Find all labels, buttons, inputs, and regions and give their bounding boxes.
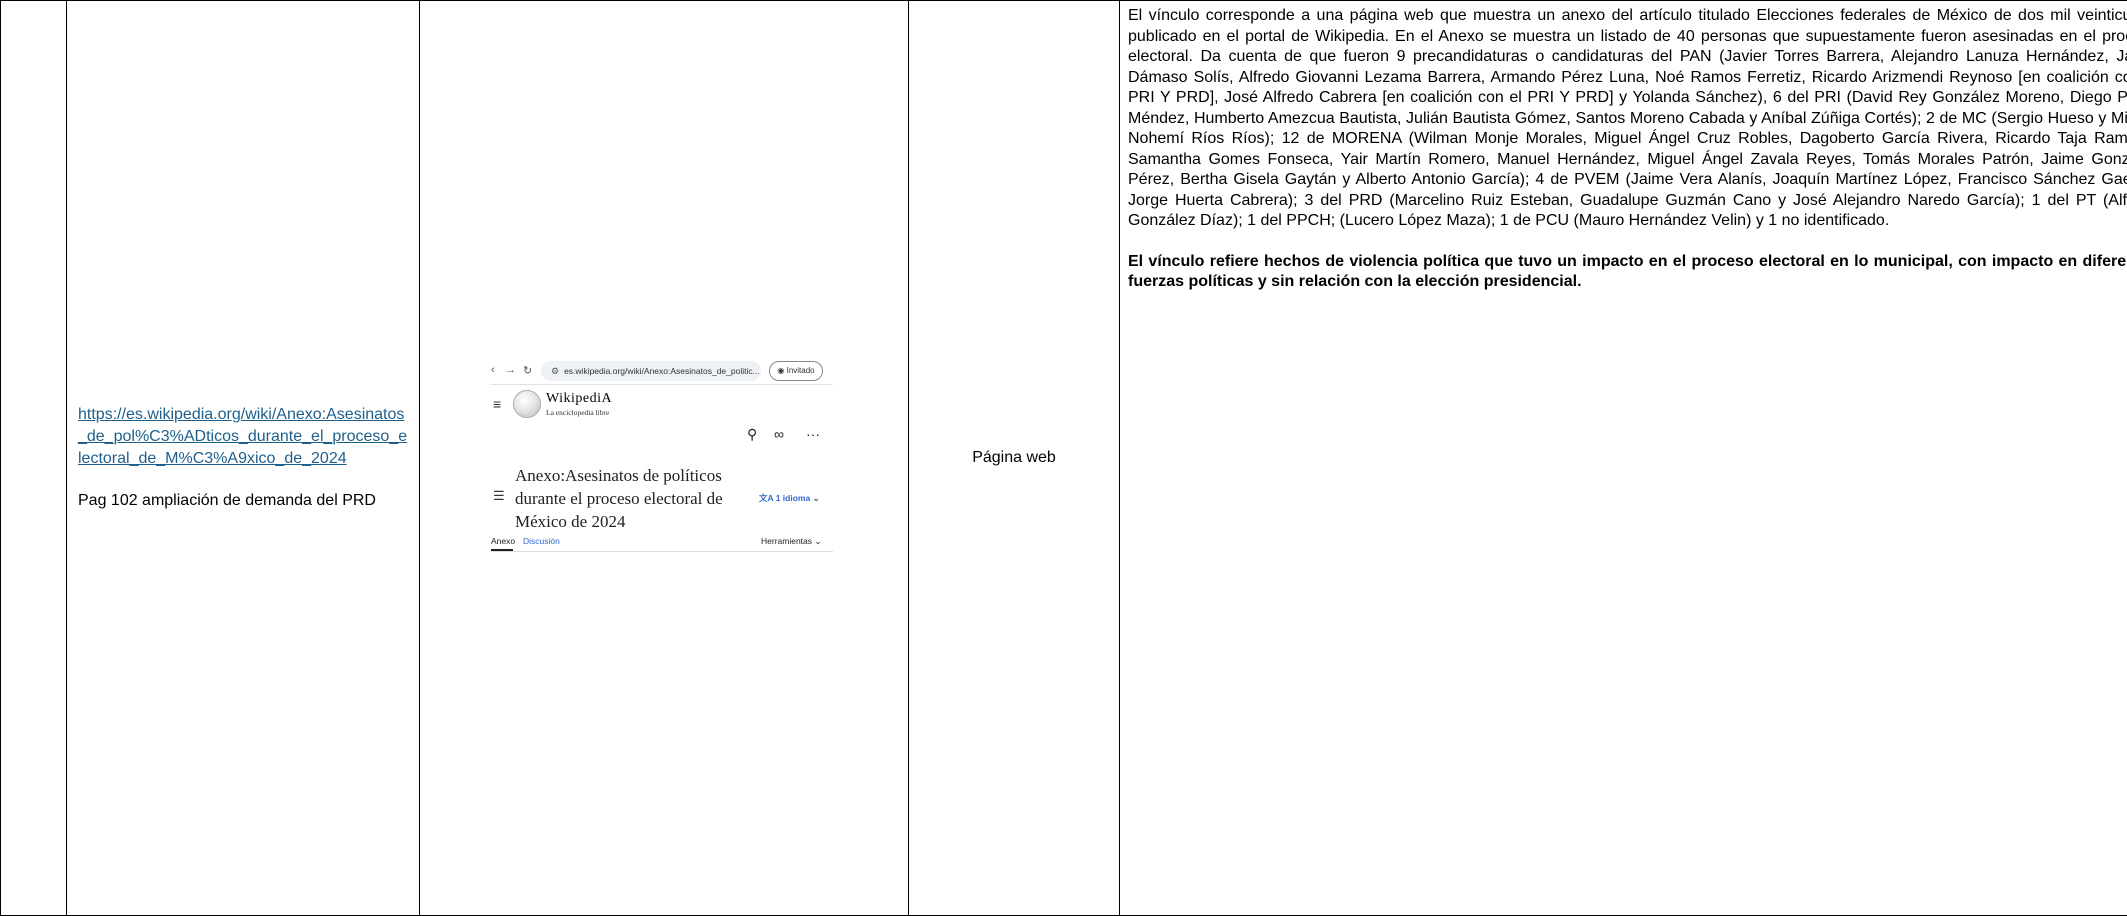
- translate-icon: 文A: [759, 493, 774, 503]
- capture-cell: ‹ → ↻ ⚙ es.wikipedia.org/wiki/Anexo:Asesi…: [419, 0, 911, 916]
- evidence-type: Página web: [972, 449, 1056, 466]
- wikipedia-screenshot: ‹ → ↻ ⚙ es.wikipedia.org/wiki/Anexo:Asesi…: [491, 358, 911, 558]
- site-info-icon[interactable]: ⚙: [551, 361, 559, 381]
- reading-glasses-icon[interactable]: ∞: [774, 426, 784, 442]
- article-title: Anexo:Asesinatos de políticos durante el…: [515, 466, 723, 531]
- table-row: https://es.wikipedia.org/wiki/Anexo:Ases…: [0, 0, 2127, 916]
- search-icon[interactable]: ⚲: [747, 426, 757, 443]
- description-cell: El vínculo corresponde a una página web …: [1119, 0, 2127, 916]
- tools-label: Herramientas: [761, 536, 813, 546]
- source-note: Pag 102 ampliación de demanda del PRD: [78, 492, 376, 509]
- chevron-down-icon: ⌄: [812, 493, 820, 503]
- forward-arrow-icon[interactable]: →: [505, 364, 516, 376]
- evidence-table: https://es.wikipedia.org/wiki/Anexo:Ases…: [0, 0, 2127, 916]
- address-text: es.wikipedia.org/wiki/Anexo:Asesinatos_d…: [564, 366, 760, 376]
- tabs-divider: [491, 551, 833, 552]
- type-cell: Página web: [908, 0, 1120, 916]
- language-label: 1 idioma: [775, 493, 811, 503]
- back-arrow-icon[interactable]: ‹: [491, 364, 495, 376]
- more-icon[interactable]: ···: [806, 426, 820, 442]
- menu-icon[interactable]: ≡: [493, 396, 501, 412]
- profile-icon: ◉: [777, 366, 785, 375]
- source-cell: https://es.wikipedia.org/wiki/Anexo:Ases…: [66, 0, 420, 916]
- browser-toolbar: ‹ → ↻ ⚙ es.wikipedia.org/wiki/Anexo:Asesi…: [491, 358, 833, 384]
- reload-icon[interactable]: ↻: [523, 364, 532, 377]
- site-tagline: La enciclopedia libre: [546, 408, 610, 417]
- address-bar[interactable]: ⚙ es.wikipedia.org/wiki/Anexo:Asesinatos_…: [541, 361, 761, 381]
- profile-button[interactable]: ◉ Invitado: [769, 361, 823, 381]
- tools-menu[interactable]: Herramientas ⌄: [761, 536, 822, 547]
- language-button[interactable]: 文A 1 idioma ⌄: [759, 492, 820, 504]
- toolbar-divider: [491, 384, 833, 385]
- tab-discusion[interactable]: Discusión: [523, 536, 560, 546]
- site-wordmark[interactable]: WikipediA: [546, 391, 612, 407]
- wikipedia-globe-icon[interactable]: [513, 390, 541, 418]
- profile-label: Invitado: [786, 366, 815, 375]
- toc-icon[interactable]: ☰: [493, 488, 505, 504]
- conclusion-text: El vínculo refiere hechos de violencia p…: [1128, 252, 2127, 291]
- description-text: El vínculo corresponde a una página web …: [1128, 7, 2127, 229]
- index-cell: [0, 0, 67, 916]
- source-link[interactable]: https://es.wikipedia.org/wiki/Anexo:Ases…: [78, 404, 409, 470]
- tab-anexo[interactable]: Anexo: [491, 536, 515, 546]
- chevron-down-icon: ⌄: [814, 536, 822, 546]
